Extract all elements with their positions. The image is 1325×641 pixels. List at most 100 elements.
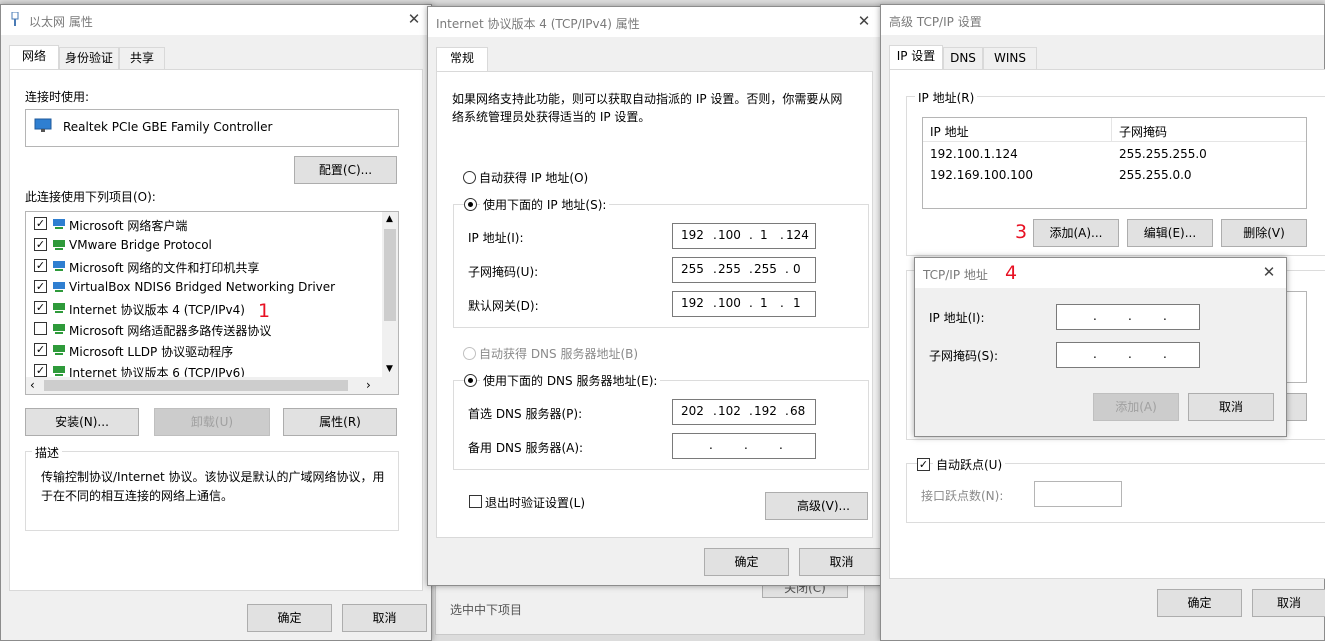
auto-metric-checkbox[interactable]: ✓ <box>917 458 930 471</box>
ip-octet-2: 100 <box>718 228 741 242</box>
cancel-button[interactable]: 取消 <box>342 604 427 632</box>
close-icon[interactable]: ✕ <box>1258 261 1280 283</box>
scroll-left-icon[interactable]: ‹ <box>30 378 35 392</box>
tab-general[interactable]: 常规 <box>436 47 488 71</box>
dialog-mask-field[interactable]: . . . <box>1056 342 1200 368</box>
horizontal-scrollbar[interactable]: ‹ › <box>26 377 398 394</box>
item-label: Microsoft 网络的文件和打印机共享 <box>69 261 260 275</box>
manual-ip-radio[interactable] <box>464 198 477 211</box>
vertical-scrollbar[interactable]: ▲ ▼ <box>382 212 398 378</box>
item-checkbox[interactable]: ✓ <box>34 301 47 314</box>
dialog-cancel-button[interactable]: 取消 <box>1188 393 1274 421</box>
background-fragment: 选中中下项目 关闭(C) <box>435 580 865 635</box>
auto-ip-radio[interactable] <box>463 171 476 184</box>
dialog-ip-field[interactable]: . . . <box>1056 304 1200 330</box>
item-checkbox[interactable]: ✓ <box>34 280 47 293</box>
item-checkbox[interactable]: ✓ <box>34 259 47 272</box>
cancel-button[interactable]: 取消 <box>1252 589 1325 617</box>
network-protocol-icon <box>52 345 66 356</box>
tab-sharing[interactable]: 共享 <box>119 47 165 69</box>
ip-dot: . <box>785 404 789 418</box>
metric-group: ✓ 自动跃点(U) 接口跃点数(N): <box>906 456 1325 523</box>
tab-authentication[interactable]: 身份验证 <box>59 47 119 69</box>
manual-dns-radio[interactable] <box>464 374 477 387</box>
table-row[interactable]: 192.169.100.100 255.255.0.0 <box>923 165 1306 186</box>
tab-dns[interactable]: DNS <box>943 47 983 69</box>
item-checkbox[interactable]: ✓ <box>34 364 47 377</box>
title-bar: TCP/IP 地址 4 ✕ <box>915 258 1286 288</box>
delete-ip-button[interactable]: 删除(V) <box>1221 219 1307 247</box>
list-item[interactable]: ✓ Microsoft 网络客户端 <box>26 214 376 235</box>
manual-dns-label[interactable]: 使用下面的 DNS 服务器地址(E): <box>480 372 661 389</box>
preferred-dns-label: 首选 DNS 服务器(P): <box>468 407 583 421</box>
configure-button[interactable]: 配置(C)... <box>294 156 397 184</box>
scroll-up-icon[interactable]: ▲ <box>386 214 393 224</box>
item-checkbox[interactable]: ✓ <box>34 217 47 230</box>
validate-checkbox[interactable] <box>469 495 482 508</box>
ip-dot: . <box>1163 309 1167 323</box>
manual-dns-group: 使用下面的 DNS 服务器地址(E): 首选 DNS 服务器(P): 202 .… <box>453 372 869 470</box>
uninstall-button[interactable]: 卸载(U) <box>154 408 270 436</box>
gw-octet-1: 192 <box>681 296 704 310</box>
description-group: 描述 传输控制协议/Internet 协议。该协议是默认的广域网络协议，用 于在… <box>25 444 399 531</box>
interface-metric-field[interactable] <box>1034 481 1122 507</box>
list-item[interactable]: ✓ VirtualBox NDIS6 Bridged Networking Dri… <box>26 277 376 298</box>
install-button[interactable]: 安装(N)... <box>25 408 139 436</box>
items-label: 此连接使用下列项目(O): <box>25 190 156 204</box>
properties-button[interactable]: 属性(R) <box>283 408 397 436</box>
ip-address-table: IP 地址 子网掩码 192.100.1.124 255.255.255.0 1… <box>922 117 1307 209</box>
item-checkbox[interactable]: ✓ <box>34 343 47 356</box>
list-item[interactable]: ✓ VMware Bridge Protocol <box>26 235 376 256</box>
auto-metric-label[interactable]: 自动跃点(U) <box>933 456 1006 473</box>
network-protocol-icon <box>52 303 66 314</box>
list-item[interactable]: ✓ Microsoft 网络的文件和打印机共享 <box>26 256 376 277</box>
scrollbar-thumb[interactable] <box>384 229 396 321</box>
item-label: Microsoft 网络适配器多路传送器协议 <box>69 324 272 338</box>
table-cell-mask: 255.255.255.0 <box>1119 147 1207 161</box>
alternate-dns-field[interactable]: . . . <box>672 433 816 459</box>
ok-button[interactable]: 确定 <box>704 548 789 576</box>
auto-ip-label[interactable]: 自动获得 IP 地址(O) <box>479 169 588 186</box>
dialog-add-button[interactable]: 添加(A) <box>1093 393 1179 421</box>
hscrollbar-thumb[interactable] <box>44 380 348 391</box>
item-checkbox[interactable]: ✓ <box>34 238 47 251</box>
manual-ip-label[interactable]: 使用下面的 IP 地址(S): <box>480 196 610 213</box>
item-checkbox[interactable] <box>34 322 47 335</box>
ip-dot: . <box>1093 309 1097 323</box>
ip-address-field[interactable]: 192 . 100 . 1 . 124 <box>672 223 816 249</box>
subnet-mask-field[interactable]: 255 . 255 . 255 . 0 <box>672 257 816 283</box>
tab-network[interactable]: 网络 <box>9 45 59 69</box>
auto-dns-label[interactable]: 自动获得 DNS 服务器地址(B) <box>479 345 638 362</box>
close-icon[interactable]: ✕ <box>403 8 425 30</box>
list-item[interactable]: ✓ Internet 协议版本 4 (TCP/IPv4) <box>26 298 376 319</box>
ok-button[interactable]: 确定 <box>1157 589 1242 617</box>
ip-dot: . <box>744 438 748 452</box>
edit-ip-button[interactable]: 编辑(E)... <box>1127 219 1213 247</box>
tab-wins[interactable]: WINS <box>983 47 1037 69</box>
ip-octet-1: 192 <box>681 228 704 242</box>
add-ip-button[interactable]: 添加(A)... <box>1033 219 1119 247</box>
list-item[interactable]: Microsoft 网络适配器多路传送器协议 <box>26 319 376 340</box>
ip-dot: . <box>1128 347 1132 361</box>
gateway-field[interactable]: 192 . 100 . 1 . 1 <box>672 291 816 317</box>
list-item[interactable]: ✓ Internet 协议版本 6 (TCP/IPv6) <box>26 361 376 378</box>
ip-dot: . <box>749 262 753 276</box>
cancel-button[interactable]: 取消 <box>799 548 884 576</box>
scroll-down-icon[interactable]: ▼ <box>386 364 393 374</box>
tab-ip-settings[interactable]: IP 设置 <box>889 45 943 69</box>
auto-dns-radio[interactable] <box>463 347 476 360</box>
ip-dot: . <box>749 228 753 242</box>
ok-button[interactable]: 确定 <box>247 604 332 632</box>
background-text: 选中中下项目 <box>450 603 523 617</box>
validate-label[interactable]: 退出时验证设置(L) <box>485 494 585 511</box>
mask-octet-2: 255 <box>718 262 741 276</box>
table-row[interactable]: 192.100.1.124 255.255.255.0 <box>923 144 1306 165</box>
list-item[interactable]: ✓ Microsoft LLDP 协议驱动程序 <box>26 340 376 361</box>
scroll-right-icon[interactable]: › <box>366 378 371 392</box>
ip-octet-4: 124 <box>786 228 809 242</box>
ip-dot: . <box>713 404 717 418</box>
item-label: VirtualBox NDIS6 Bridged Networking Driv… <box>69 280 336 294</box>
close-icon[interactable]: ✕ <box>853 10 875 32</box>
preferred-dns-field[interactable]: 202 . 102 . 192 . 68 <box>672 399 816 425</box>
advanced-button[interactable]: 高级(V)... <box>765 492 868 520</box>
